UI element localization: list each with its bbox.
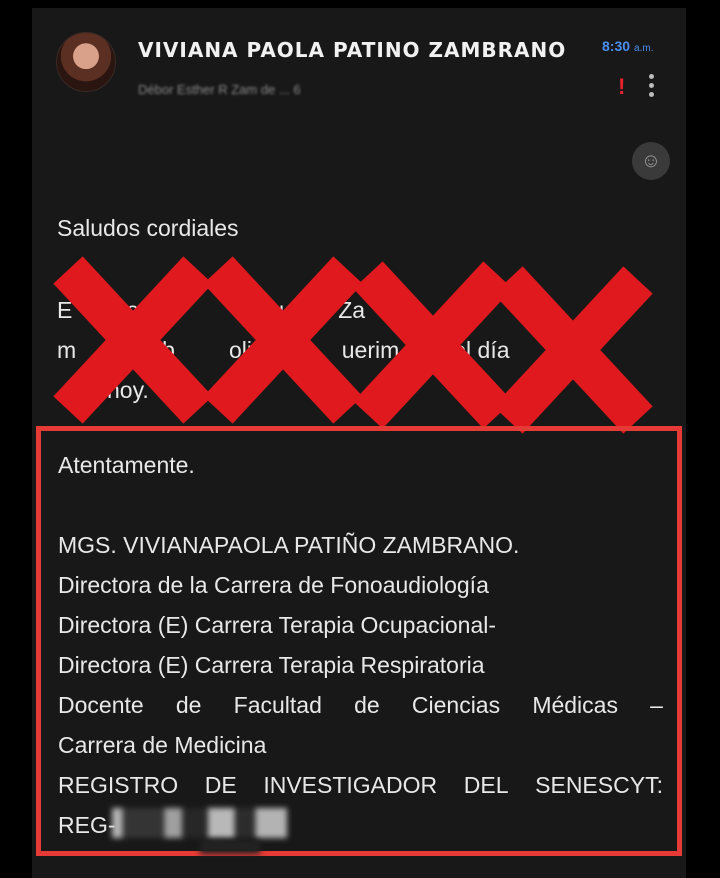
word: –	[650, 692, 663, 718]
greeting-text: Saludos cordiales	[57, 215, 239, 241]
word: DEL	[463, 772, 509, 798]
signature-title: Docente de Facultad de Ciencias Médicas …	[58, 690, 663, 720]
closing-text: Atentamente.	[58, 452, 195, 478]
exclamation-icon: !	[618, 74, 626, 99]
timestamp: 8:30 a.m.	[602, 38, 653, 56]
signature-title: Carrera de Medicina	[58, 732, 267, 758]
word: REGISTRO	[58, 772, 179, 798]
recipients-line[interactable]: Débor Esther R Zam de ... 6	[138, 82, 301, 97]
sender-name[interactable]: VIVIANA PAOLA PATINO ZAMBRANO	[138, 38, 566, 62]
word: INVESTIGADOR	[263, 772, 438, 798]
signature-title: Directora (E) Carrera Terapia Ocupaciona…	[58, 612, 497, 638]
redaction-x-marks	[53, 256, 653, 434]
registry-line: REGISTRO DE INVESTIGADOR DEL SENESCYT:	[58, 770, 663, 800]
time-suffix: a.m.	[634, 43, 654, 54]
avatar[interactable]	[56, 32, 116, 92]
emoji-icon[interactable]: ☺	[632, 142, 670, 180]
time-value: 8:30	[602, 38, 631, 54]
word: de	[354, 692, 380, 718]
word: Médicas	[532, 692, 618, 718]
signature-title: Directora (E) Carrera Terapia Respirator…	[58, 652, 485, 678]
word: Facultad	[233, 692, 322, 718]
more-vert-icon[interactable]	[648, 74, 656, 102]
word: Ciencias	[411, 692, 501, 718]
word: DE	[204, 772, 237, 798]
word: de	[175, 692, 202, 718]
registry-number-prefix: REG-	[58, 812, 116, 838]
word: SENESCYT:	[535, 772, 663, 798]
signature-name: MGS. VIVIANAPAOLA PATIÑO ZAMBRANO.	[58, 532, 520, 558]
redaction-smudge	[200, 840, 260, 854]
signature-title: Directora de la Carrera de Fonoaudiologí…	[58, 572, 489, 598]
redacted-registry-number	[112, 808, 287, 838]
word: Docente	[58, 692, 144, 718]
